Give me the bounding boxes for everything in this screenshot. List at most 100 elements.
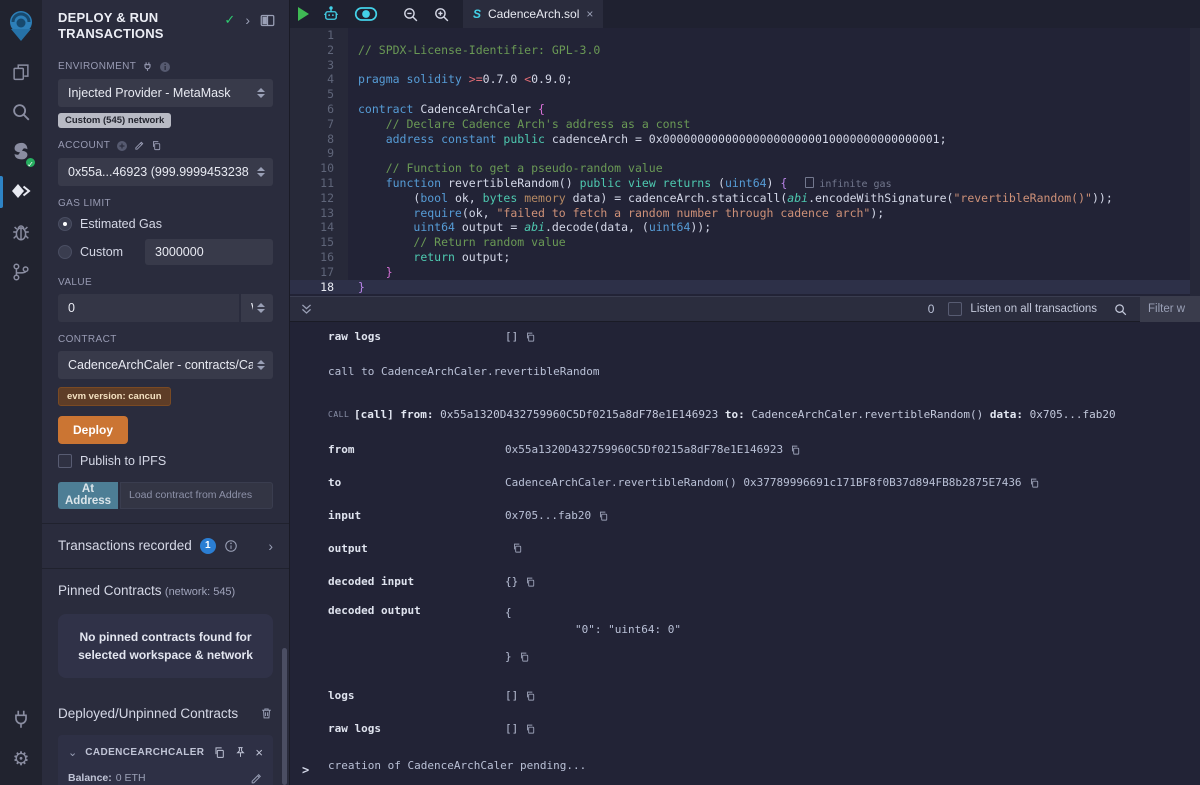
account-select[interactable]: 0x55a...46923 (999.9999453238 — [58, 158, 273, 186]
copy-icon[interactable] — [512, 542, 523, 554]
plug-icon[interactable] — [142, 61, 153, 72]
copy-icon[interactable] — [525, 723, 536, 735]
settings-gear-icon[interactable]: ⚙ — [0, 739, 42, 779]
tab-close-icon[interactable]: × — [586, 7, 593, 21]
terminal-message[interactable]: call to CadenceArchCaler.revertibleRando… — [328, 365, 1200, 378]
edit-balance-icon[interactable] — [250, 772, 263, 785]
custom-gas-radio[interactable] — [58, 245, 72, 259]
copy-icon[interactable] — [525, 576, 536, 588]
debugger-icon[interactable] — [0, 212, 42, 252]
sign-message-icon[interactable] — [134, 140, 145, 151]
tab-cadencearch-sol[interactable]: S CadenceArch.sol × — [463, 0, 603, 28]
environment-info-icon[interactable] — [159, 61, 171, 73]
terminal-kv-raw-logs[interactable]: raw logs[] — [328, 722, 1200, 735]
deployed-contract-name[interactable]: CADENCEARCHCALER AT 0X — [85, 747, 205, 758]
line-number: 10 — [290, 161, 348, 176]
environment-select[interactable]: Injected Provider - MetaMask — [58, 79, 273, 107]
plugin-manager-icon[interactable] — [0, 699, 42, 739]
copy-icon[interactable] — [525, 331, 536, 343]
publish-ipfs-option[interactable]: Publish to IPFS — [58, 454, 273, 468]
transactions-recorded-row[interactable]: Transactions recorded 1 › — [42, 524, 289, 568]
terminal-prompt[interactable]: > — [302, 763, 309, 777]
copy-icon[interactable] — [519, 651, 530, 663]
code-line-12[interactable]: 12 (bool ok, bytes memory data) = cadenc… — [290, 191, 1200, 206]
split-view-icon[interactable] — [260, 14, 275, 27]
remix-logo-icon[interactable] — [0, 0, 42, 52]
add-account-icon[interactable] — [116, 140, 128, 152]
copy-icon[interactable] — [525, 690, 536, 702]
code-line-2[interactable]: 2// SPDX-License-Identifier: GPL-3.0 — [290, 43, 1200, 58]
git-icon[interactable] — [0, 252, 42, 292]
copy-icon[interactable] — [1029, 477, 1040, 489]
code-line-13[interactable]: 13 require(ok, "failed to fetch a random… — [290, 206, 1200, 221]
search-icon[interactable] — [0, 92, 42, 132]
pin-contract-icon[interactable] — [234, 746, 247, 759]
run-script-play-icon[interactable] — [298, 7, 309, 21]
terminal-search-icon[interactable] — [1113, 302, 1128, 317]
solidity-compiler-icon[interactable]: ✓ — [0, 132, 42, 172]
custom-gas-input[interactable] — [145, 239, 273, 265]
estimated-gas-radio[interactable] — [58, 217, 72, 231]
code-line-6[interactable]: 6contract CadenceArchCaler { — [290, 102, 1200, 117]
code-line-10[interactable]: 10 // Function to get a pseudo-random va… — [290, 161, 1200, 176]
terminal-call-summary[interactable]: call[call] from: 0x55a1320D432759960C5Df… — [328, 408, 1200, 421]
terminal-filter-input[interactable] — [1140, 296, 1200, 322]
publish-ipfs-checkbox[interactable] — [58, 454, 72, 468]
editor-scrollbar[interactable] — [1190, 28, 1200, 296]
remove-contract-icon[interactable]: × — [255, 745, 263, 760]
panel-forward-icon[interactable]: › — [245, 12, 250, 28]
file-explorer-icon[interactable] — [0, 52, 42, 92]
code-line-1[interactable]: 1 — [290, 28, 1200, 43]
custom-gas-option[interactable]: Custom — [58, 239, 273, 265]
estimated-gas-option[interactable]: Estimated Gas — [58, 217, 273, 231]
deploy-button[interactable]: Deploy — [58, 416, 128, 444]
copy-account-icon[interactable] — [151, 140, 162, 151]
code-line-4[interactable]: 4pragma solidity >=0.7.0 <0.9.0; — [290, 72, 1200, 87]
code-line-17[interactable]: 17 } — [290, 265, 1200, 280]
terminal-kv-decoded-output[interactable]: decoded output{"0": "uint64: 0"} — [328, 604, 1200, 665]
terminal-kv-decoded-input[interactable]: decoded input{} — [328, 575, 1200, 588]
remix-ide: ✓ — [0, 0, 1200, 785]
terminal-kv-logs[interactable]: logs[] — [328, 689, 1200, 702]
contract-select[interactable]: CadenceArchCaler - contracts/Cac — [58, 351, 273, 379]
deploy-run-icon[interactable] — [0, 172, 42, 212]
code-line-18[interactable]: 18} — [290, 280, 1200, 295]
terminal-message[interactable]: creation of CadenceArchCaler pending... — [328, 759, 1200, 772]
copy-icon[interactable] — [790, 444, 801, 456]
ai-copilot-robot-icon[interactable] — [315, 0, 347, 28]
terminal-output[interactable]: raw logs[] call to CadenceArchCaler.rever… — [290, 322, 1200, 785]
transactions-info-icon[interactable] — [224, 539, 238, 553]
code-line-3[interactable]: 3 — [290, 58, 1200, 73]
terminal-kv-output[interactable]: output — [328, 542, 1200, 555]
clear-deployed-trash-icon[interactable] — [260, 706, 273, 720]
value-unit-select[interactable]: Wei — [241, 294, 273, 322]
code-line-8[interactable]: 8 address constant public cadenceArch = … — [290, 132, 1200, 147]
at-address-input[interactable] — [120, 482, 273, 509]
code-line-7[interactable]: 7 // Declare Cadence Arch's address as a… — [290, 117, 1200, 132]
copilot-toggle-icon[interactable] — [347, 0, 385, 28]
terminal-kv-input[interactable]: input0x705...fab20 — [328, 509, 1200, 522]
panel-scrollbar[interactable] — [282, 648, 287, 785]
card-collapse-icon[interactable]: ⌄ — [68, 746, 77, 759]
zoom-in-icon[interactable] — [426, 0, 457, 28]
code-line-9[interactable]: 9 — [290, 146, 1200, 161]
listen-all-checkbox[interactable] — [948, 302, 962, 316]
copy-icon[interactable] — [598, 510, 609, 522]
value-input[interactable] — [58, 294, 239, 322]
transactions-expand-icon[interactable]: › — [268, 538, 273, 554]
terminal-kv-from[interactable]: from0x55a1320D432759960C5Df0215a8dF78e1E… — [328, 443, 1200, 456]
zoom-out-icon[interactable] — [395, 0, 426, 28]
at-address-button[interactable]: At Address — [58, 482, 118, 509]
code-line-16[interactable]: 16 return output; — [290, 250, 1200, 265]
terminal-kv-raw-logs[interactable]: raw logs[] — [328, 330, 1200, 343]
terminal-collapse-icon[interactable] — [300, 302, 313, 316]
copy-address-icon[interactable] — [213, 746, 226, 759]
publish-ipfs-label: Publish to IPFS — [80, 454, 166, 468]
code-line-15[interactable]: 15 // Return random value — [290, 235, 1200, 250]
code-line-11[interactable]: 11 function revertibleRandom() public vi… — [290, 176, 1200, 191]
code-editor[interactable]: 12// SPDX-License-Identifier: GPL-3.034p… — [290, 28, 1200, 296]
code-line-5[interactable]: 5 — [290, 87, 1200, 102]
line-number: 1 — [290, 28, 348, 43]
code-line-14[interactable]: 14 uint64 output = abi.decode(data, (uin… — [290, 220, 1200, 235]
terminal-kv-to[interactable]: toCadenceArchCaler.revertibleRandom() 0x… — [328, 476, 1200, 489]
